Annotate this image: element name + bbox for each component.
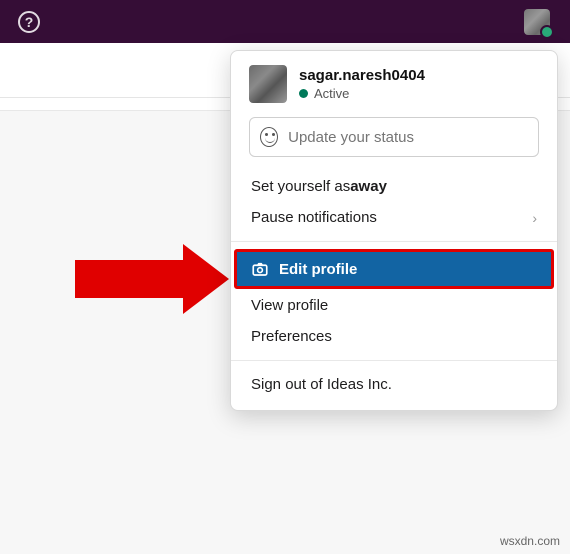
watermark-text: wsxdn.com [500,534,560,548]
red-arrow-annotation [75,252,235,306]
camera-icon [251,260,269,278]
smiley-icon [260,127,278,147]
presence-dot-icon [299,89,308,98]
menu-set-away[interactable]: Set yourself as away [231,171,557,202]
status-input-container[interactable] [249,117,539,157]
menu-pause-notifications[interactable]: Pause notifications › [231,202,557,233]
presence-text: Active [314,86,349,101]
chevron-right-icon: › [532,210,537,226]
menu-edit-profile-label: Edit profile [279,261,357,278]
user-display-name: sagar.naresh0404 [299,67,425,84]
user-header: sagar.naresh0404 Active [231,51,557,111]
menu-view-profile[interactable]: View profile [231,290,557,321]
menu-divider [231,241,557,242]
top-bar: ? [0,0,570,43]
user-menu-popover: sagar.naresh0404 Active Set yourself as … [230,50,558,411]
menu-pause-notifications-label: Pause notifications [251,209,377,226]
menu-divider [231,360,557,361]
menu-preferences[interactable]: Preferences [231,321,557,352]
menu-set-away-bold: away [350,178,387,195]
user-presence: Active [299,86,425,101]
menu-sign-out-label: Sign out of Ideas Inc. [251,376,392,393]
menu-preferences-label: Preferences [251,328,332,345]
user-avatar-small[interactable] [524,9,550,35]
menu-sign-out[interactable]: Sign out of Ideas Inc. [231,369,557,400]
user-avatar-large [249,65,287,103]
menu-edit-profile[interactable]: Edit profile [235,250,553,288]
status-input[interactable] [288,129,528,146]
help-icon[interactable]: ? [18,11,40,33]
menu-set-away-prefix: Set yourself as [251,178,350,195]
menu-view-profile-label: View profile [251,297,328,314]
